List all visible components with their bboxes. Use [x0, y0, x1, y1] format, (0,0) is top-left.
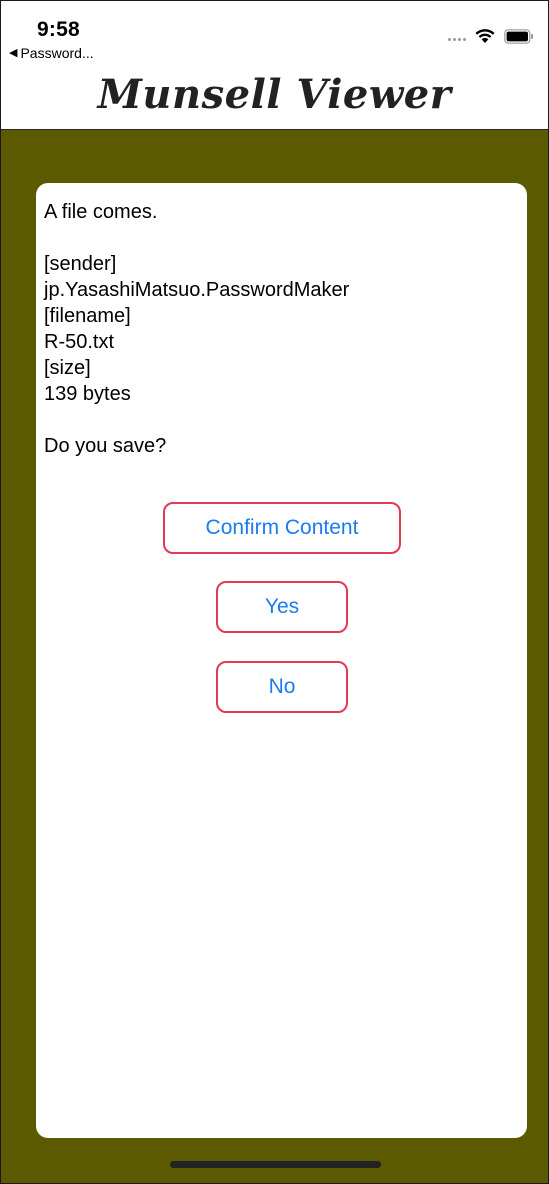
filename-label: [filename] [44, 305, 131, 327]
dialog-message: A file comes. [sender] jp.YasashiMatsuo.… [44, 199, 349, 459]
battery-icon [504, 28, 533, 44]
app-screen: 9:58 ◀ Password... Munsell Viewer A file… [0, 0, 549, 1184]
home-indicator[interactable] [170, 1161, 381, 1168]
status-icons [448, 28, 534, 44]
back-to-app-link[interactable]: ◀ Password... [9, 45, 94, 61]
intro-text: A file comes. [44, 201, 158, 223]
wifi-icon [475, 29, 495, 43]
back-arrow-icon: ◀ [9, 46, 18, 59]
file-received-dialog: A file comes. [sender] jp.YasashiMatsuo.… [36, 183, 527, 1138]
yes-button[interactable]: Yes [216, 581, 348, 633]
cellular-signal-icon [448, 37, 466, 41]
back-label: Password... [20, 45, 94, 61]
save-question: Do you save? [44, 435, 167, 457]
size-label: [size] [44, 357, 91, 379]
sender-value: jp.YasashiMatsuo.PasswordMaker [44, 279, 350, 301]
size-value: 139 bytes [44, 383, 131, 405]
sender-label: [sender] [44, 253, 117, 275]
no-button[interactable]: No [216, 661, 348, 713]
filename-value: R-50.txt [44, 331, 115, 353]
top-bar: 9:58 ◀ Password... Munsell Viewer [1, 1, 548, 130]
confirm-content-button[interactable]: Confirm Content [163, 502, 401, 554]
app-title: Munsell Viewer [97, 71, 452, 118]
status-time: 9:58 [37, 18, 80, 41]
